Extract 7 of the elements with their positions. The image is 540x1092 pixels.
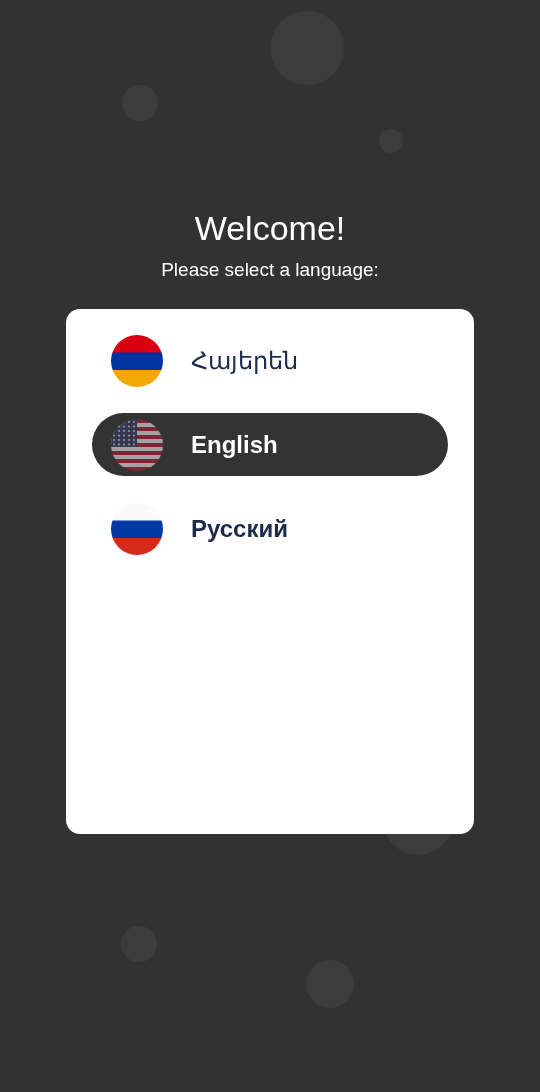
language-option[interactable]: Русский	[92, 497, 448, 560]
language-prompt: Please select a language:	[161, 258, 379, 282]
language-option[interactable]: English	[92, 413, 448, 476]
welcome-title: Welcome!	[194, 208, 346, 248]
flag-icon	[111, 334, 163, 387]
flag-icon	[111, 418, 163, 471]
language-option[interactable]: Հայերեն	[92, 329, 448, 392]
